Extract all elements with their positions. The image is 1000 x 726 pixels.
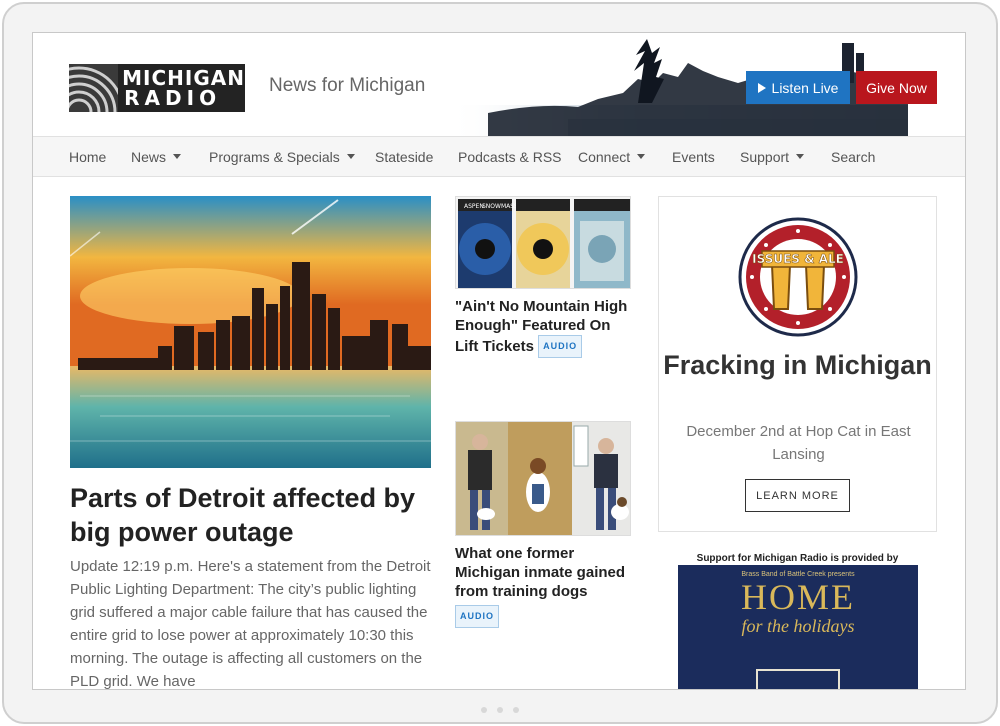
logo-text: MICHIGAN RADIO — [118, 68, 245, 108]
nav-label: Support — [740, 149, 790, 165]
story-card-training-dogs[interactable]: What one former Michigan inmate gained f… — [455, 421, 631, 628]
promo-title[interactable]: Fracking in Michigan — [659, 350, 936, 381]
screen: MICHIGAN RADIO News for Michigan Listen — [32, 32, 966, 690]
give-now-button[interactable]: Give Now — [856, 71, 937, 104]
chevron-down-icon — [346, 154, 355, 159]
nav-label: Events — [672, 149, 715, 165]
promo-subtitle: December 2nd at Hop Cat in East Lansing — [686, 423, 911, 463]
tagline: News for Michigan — [269, 75, 426, 96]
ad-graphic — [756, 669, 840, 689]
nav-label: Podcasts & RSS — [458, 149, 562, 165]
chevron-down-icon — [637, 154, 646, 159]
nav-podcasts-rss[interactable]: Podcasts & RSS — [458, 149, 562, 165]
issues-and-ale-promo: ISSUES & ALE Fracking in Michigan Decemb… — [658, 196, 937, 532]
sponsor-label: Support for Michigan Radio is provided b… — [696, 553, 899, 564]
michigan-radio-logo[interactable]: MICHIGAN RADIO — [69, 64, 245, 112]
nav-support[interactable]: Support — [740, 149, 805, 165]
main-nav: Home News Programs & Specials Stateside … — [33, 136, 965, 177]
chevron-down-icon — [796, 154, 805, 159]
home-for-the-holidays-ad[interactable]: Brass Band of Battle Creek presents HOME… — [678, 565, 918, 689]
logo-mark-icon — [69, 64, 119, 112]
logo-line-1: MICHIGAN — [122, 66, 245, 90]
main-content: Parts of Detroit affected by big power o… — [33, 177, 965, 690]
chevron-down-icon — [173, 154, 182, 159]
ad-subheadline: for the holidays — [741, 616, 855, 636]
nav-label: Home — [69, 149, 107, 165]
site-header: MICHIGAN RADIO News for Michigan Listen — [33, 33, 965, 136]
hero-summary: Update 12:19 p.m. Here's a statement fro… — [70, 558, 431, 690]
story-headline-training-dogs[interactable]: What one former Michigan inmate gained f… — [455, 545, 625, 600]
sponsor-ad: Support for Michigan Radio is provided b… — [669, 551, 926, 689]
ad-headline: HOME — [741, 577, 855, 617]
ticket-label-snowmass: SNOWMASS — [482, 203, 518, 210]
listen-live-label: Listen Live — [771, 79, 839, 96]
nav-events[interactable]: Events — [672, 149, 715, 165]
learn-more-button[interactable]: LEARN MORE — [745, 479, 850, 512]
nav-label: Programs & Specials — [209, 149, 340, 165]
nav-label: Stateside — [375, 149, 434, 165]
nav-search[interactable]: Search — [831, 149, 875, 165]
logo-line-2: RADIO — [124, 86, 222, 110]
detroit-skyline-image[interactable] — [70, 196, 431, 468]
ticket-label-aspen: ASPEN — [464, 203, 484, 210]
nav-news[interactable]: News — [131, 149, 182, 165]
nav-label: News — [131, 149, 167, 165]
nav-stateside[interactable]: Stateside — [375, 149, 433, 165]
audio-badge: AUDIO — [538, 335, 583, 358]
nav-connect[interactable]: Connect — [578, 149, 646, 165]
lift-tickets-thumbnail[interactable]: ASPEN SNOWMASS — [455, 196, 631, 289]
audio-badge: AUDIO — [455, 605, 499, 628]
nav-home[interactable]: Home — [69, 149, 106, 165]
training-dogs-thumbnail[interactable] — [455, 421, 631, 536]
listen-live-button[interactable]: Listen Live — [746, 71, 850, 104]
nav-label: Connect — [578, 149, 631, 165]
hero-headline[interactable]: Parts of Detroit affected by big power o… — [70, 481, 440, 549]
issues-and-ale-badge-icon[interactable]: ISSUES & ALE — [738, 217, 858, 337]
issues-and-ale-badge-text: ISSUES & ALE — [752, 252, 844, 266]
nav-programs-specials[interactable]: Programs & Specials — [209, 149, 355, 165]
story-card-lift-tickets[interactable]: ASPEN SNOWMASS "Ain't No Mountain High E… — [455, 196, 631, 358]
play-icon — [757, 82, 766, 93]
page-indicator — [0, 700, 1000, 718]
nav-label: Search — [831, 149, 876, 165]
